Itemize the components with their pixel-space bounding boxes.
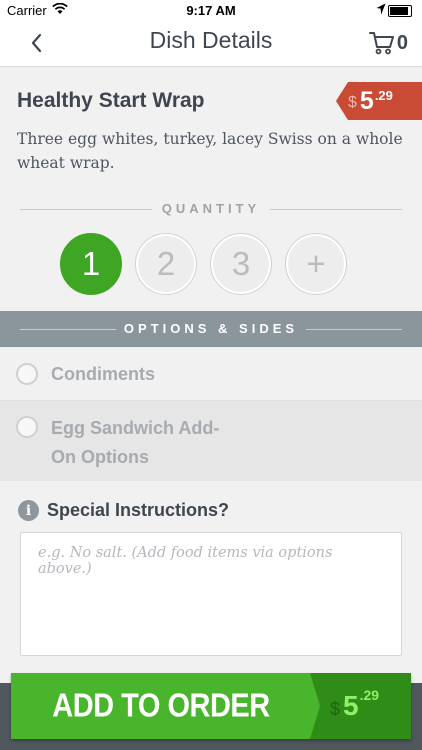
price-cents: .29: [374, 88, 393, 103]
quantity-selector: 1 2 3 +: [60, 233, 347, 297]
special-instructions-input[interactable]: [20, 532, 402, 656]
quantity-more-button[interactable]: +: [285, 233, 347, 295]
quantity-header: QUANTITY: [20, 200, 402, 220]
location-icon: [376, 3, 386, 18]
price-tag: $ 5 .29: [336, 82, 422, 120]
quantity-option-1[interactable]: 1: [60, 233, 122, 295]
cart-button[interactable]: 0: [368, 28, 408, 58]
price-currency: $: [348, 94, 357, 111]
option-label: Condiments: [51, 364, 156, 384]
radio-button[interactable]: [16, 416, 38, 438]
order-price-whole: 5: [343, 690, 359, 721]
cart-count: 0: [396, 31, 408, 54]
option-label: Egg Sandwich Add-On Options: [51, 418, 220, 467]
divider: [306, 329, 402, 330]
options-section-header: OPTIONS & SIDES: [0, 311, 422, 347]
order-price-currency: $: [330, 698, 341, 719]
order-price: $ 5 .29: [310, 673, 411, 739]
dish-name: Healthy Start Wrap: [17, 89, 205, 112]
quantity-option-2[interactable]: 2: [135, 233, 197, 295]
battery-icon: [388, 5, 412, 17]
dish-description: Three egg whites, turkey, lacey Swiss on…: [17, 130, 403, 172]
status-bar: Carrier 9:17 AM: [0, 0, 422, 22]
option-condiments[interactable]: Condiments: [0, 348, 422, 401]
special-instructions-label: Special Instructions?: [47, 500, 230, 520]
price-whole: 5: [359, 86, 374, 115]
quantity-option-3[interactable]: 3: [210, 233, 272, 295]
add-to-order-button[interactable]: ADD TO ORDER $ 5 .29: [11, 673, 411, 739]
special-instructions-header: i Special Instructions?: [18, 500, 229, 521]
page-title: Dish Details: [149, 27, 273, 53]
nav-bar: Dish Details 0: [0, 22, 422, 67]
add-to-order-label: ADD TO ORDER: [52, 687, 270, 724]
option-egg-sandwich-add-on[interactable]: Egg Sandwich Add-On Options: [0, 401, 422, 481]
cart-icon: [368, 32, 394, 55]
radio-button[interactable]: [16, 363, 38, 385]
info-icon[interactable]: i: [18, 500, 39, 521]
clock: 9:17 AM: [186, 3, 236, 18]
order-price-cents: .29: [359, 687, 380, 703]
divider: [270, 209, 402, 210]
